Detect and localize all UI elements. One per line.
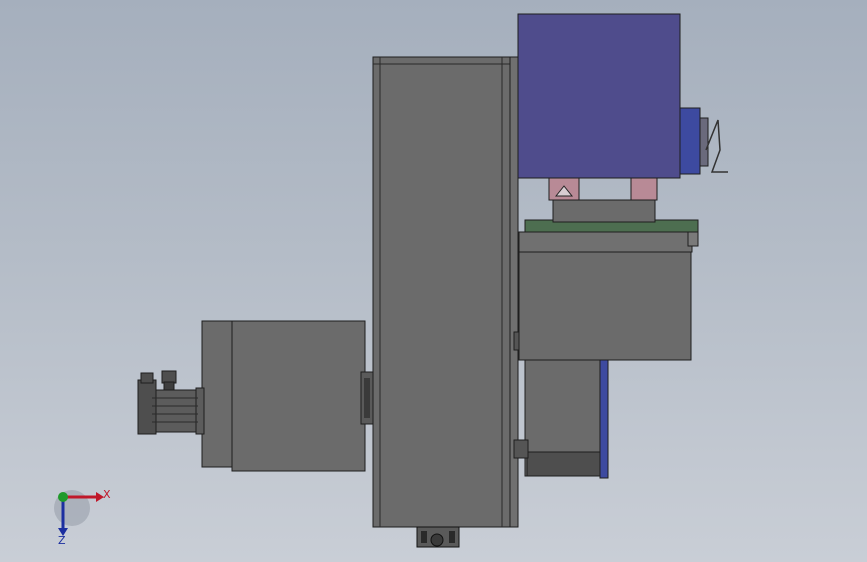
servo-connector-cap <box>163 381 175 391</box>
z-axis-label: Z <box>58 534 66 547</box>
actuator-side-bracket <box>599 359 609 479</box>
x-axis-label: X <box>103 488 111 501</box>
carriage-cover <box>518 231 693 253</box>
gearbox-housing <box>231 320 366 472</box>
bottom-clamp-slot <box>421 531 427 543</box>
handle-icon <box>705 119 728 173</box>
servo-connector <box>140 372 154 384</box>
gearbox-coupling-detail <box>364 378 370 418</box>
axis-triad: X Z <box>54 488 111 547</box>
adapter-block <box>552 199 656 223</box>
carriage-housing <box>518 249 692 361</box>
main-column <box>372 56 511 528</box>
gearbox-flange <box>201 320 233 468</box>
top-motor-side <box>679 107 701 175</box>
servo-motor-encoder <box>137 379 157 435</box>
actuator-mount <box>513 439 529 459</box>
top-motor-bracket <box>699 117 709 167</box>
bottom-clamp-slot <box>449 531 455 543</box>
servo-motor-body <box>151 389 199 433</box>
assembly-drawing[interactable]: X Z <box>0 0 867 562</box>
bottom-clamp-bolt <box>430 533 444 547</box>
top-motor-box <box>517 13 681 179</box>
cad-viewport[interactable]: X Z <box>0 0 867 562</box>
actuator-base <box>526 451 604 477</box>
servo-motor-flange <box>195 387 205 435</box>
spacer-pad <box>630 177 658 201</box>
servo-connector <box>161 370 177 384</box>
y-axis-dot <box>58 492 68 502</box>
carriage-cover-side <box>687 231 699 247</box>
